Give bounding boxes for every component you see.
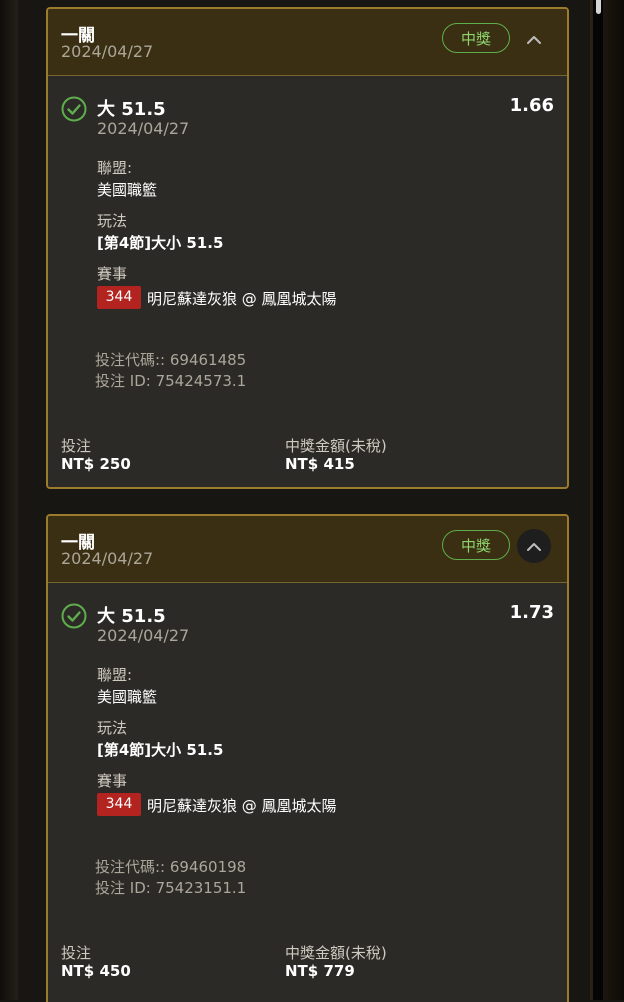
bet-card-header[interactable]: 一關 2024/04/27 中獎 [48,516,567,583]
event-id-badge: 344 [97,286,141,309]
event-label: 賽事 [97,265,128,283]
league-value: 美國職籃 [97,688,158,706]
league-value: 美國職籃 [97,181,158,199]
payout-label: 中獎金額(未稅) [285,944,387,962]
league-label: 聯盟: [97,666,133,684]
bet-date: 2024/04/27 [61,549,154,568]
bet-code: 投注代碼:: 69460198 [95,858,247,876]
bet-code: 投注代碼:: 69461485 [95,351,247,369]
selection-name: 大 51.5 [97,99,166,120]
stake-label: 投注 [61,437,92,455]
event-name: 明尼蘇達灰狼 @ 鳳凰城太陽 [147,290,337,308]
bet-card: 一關 2024/04/27 中獎 大 51.5 2024/04/27 1.66 … [46,7,569,489]
bet-id: 投注 ID: 75424573.1 [95,372,247,390]
collapse-button[interactable] [517,529,551,563]
payout-value: NT$ 415 [285,455,355,473]
chevron-up-icon [527,542,541,551]
selection-name: 大 51.5 [97,606,166,627]
market-value: [第4節]大小 51.5 [97,234,224,252]
status-badge: 中獎 [442,530,510,560]
chevron-up-icon [527,35,541,44]
payout-label: 中獎金額(未稅) [285,437,387,455]
event-name: 明尼蘇達灰狼 @ 鳳凰城太陽 [147,797,337,815]
odds-value: 1.66 [509,95,554,116]
stake-label: 投注 [61,944,92,962]
check-circle-icon [61,96,87,122]
status-badge: 中獎 [442,23,510,53]
scrollbar[interactable] [593,0,603,1000]
market-value: [第4節]大小 51.5 [97,741,224,759]
bet-card-header[interactable]: 一關 2024/04/27 中獎 [48,9,567,76]
bet-date: 2024/04/27 [61,42,154,61]
left-frame [0,0,18,1000]
payout-value: NT$ 779 [285,962,355,980]
collapse-button[interactable] [517,22,551,56]
selection-date: 2024/04/27 [97,626,190,645]
stake-value: NT$ 450 [61,962,131,980]
league-label: 聯盟: [97,159,133,177]
market-label: 玩法 [97,719,128,737]
market-label: 玩法 [97,212,128,230]
event-id-badge: 344 [97,793,141,816]
scrollbar-thumb[interactable] [596,0,601,14]
odds-value: 1.73 [509,602,554,623]
bet-id: 投注 ID: 75423151.1 [95,879,247,897]
check-circle-icon [61,603,87,629]
bet-card: 一關 2024/04/27 中獎 大 51.5 2024/04/27 1.73 … [46,514,569,1002]
stake-value: NT$ 250 [61,455,131,473]
event-label: 賽事 [97,772,128,790]
selection-date: 2024/04/27 [97,119,190,138]
